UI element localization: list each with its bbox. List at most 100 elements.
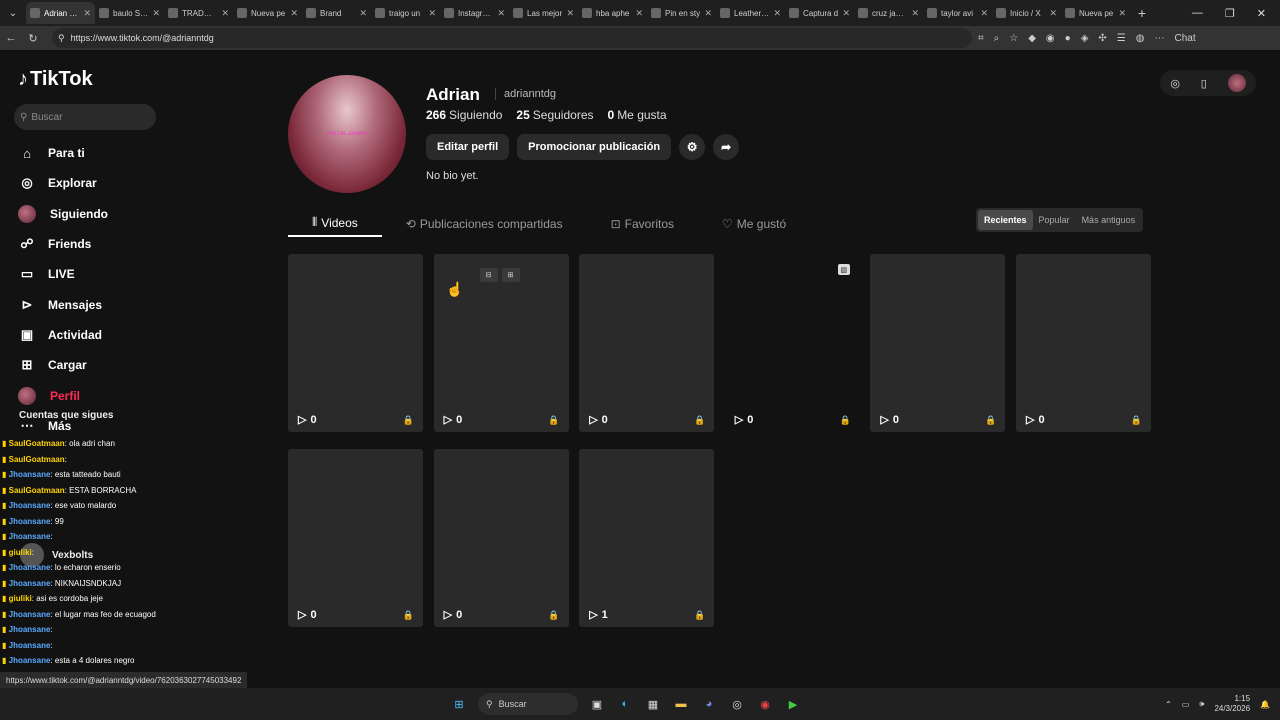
video-card[interactable]: ▷ 0 🔒 — [288, 449, 423, 627]
extension-icon[interactable]: ◉ — [1046, 33, 1055, 44]
clock[interactable]: 1:15 24/3/2026 — [1214, 694, 1250, 714]
share-arrow-icon[interactable]: ➦ — [713, 134, 740, 160]
sidebar-item-mensajes[interactable]: ⊳ Mensajes — [0, 289, 170, 319]
sidebar-item-live[interactable]: ▭ LIVE — [0, 259, 170, 289]
video-card[interactable]: ▷ 0 🔒 — [433, 449, 569, 627]
settings-gear-icon[interactable]: ⚙ — [679, 134, 706, 160]
edge-icon[interactable]: ◐ — [616, 695, 634, 713]
browser-tab[interactable]: Leather Ja ✕ — [716, 2, 785, 24]
tab-close-icon[interactable]: ✕ — [497, 8, 505, 19]
sort-option[interactable]: Recientes — [978, 210, 1033, 230]
sidebar-item-actividad[interactable]: ▣ Actividad — [0, 320, 170, 350]
tab-me-gustó[interactable]: ♡ Me gustó — [698, 210, 810, 237]
browser-tab[interactable]: cruz jacke ✕ — [854, 2, 923, 24]
maximize-icon[interactable]: ❐ — [1225, 7, 1235, 20]
new-tab-button[interactable]: + — [1130, 5, 1154, 21]
tab-close-icon[interactable]: ✕ — [635, 8, 643, 19]
translate-icon[interactable]: ⌗ — [978, 33, 984, 44]
tab-close-icon[interactable]: ✕ — [221, 8, 229, 19]
edit-profile-button[interactable]: Editar perfil — [426, 134, 510, 160]
tab-close-icon[interactable]: ✕ — [290, 8, 298, 19]
tag-icon[interactable]: ⊞ — [501, 268, 520, 282]
task-view-icon[interactable]: ▣ — [588, 695, 606, 713]
browser-tab[interactable]: baulo Stre ✕ — [95, 2, 164, 24]
browser-tab[interactable]: Inicio / X ✕ — [992, 2, 1061, 24]
video-card[interactable]: ▧ ▷ 0 🔒 — [725, 254, 860, 432]
sidebar-item-friends[interactable]: ☍ Friends — [0, 229, 170, 259]
pin-icon[interactable]: ⊟ — [479, 268, 498, 282]
browser-tab[interactable]: Nueva pe ✕ — [233, 2, 302, 24]
windows-start-icon[interactable]: ⊞ — [450, 695, 468, 713]
browser-tab[interactable]: Las mejor ✕ — [509, 2, 578, 24]
discord-icon[interactable]: ◕ — [700, 695, 718, 713]
favorites-icon[interactable]: ☰ — [1117, 33, 1126, 44]
video-card[interactable]: ▷ 1 🔒 — [579, 449, 715, 627]
tab-list-chevron-icon[interactable]: ⌄ — [0, 8, 26, 19]
back-icon[interactable]: ← — [0, 32, 22, 44]
sidebar-item-para-ti[interactable]: ⌂ Para ti — [0, 138, 170, 168]
puzzle-icon[interactable]: ✣ — [1098, 33, 1106, 44]
stat-following[interactable]: 266 Siguiendo — [426, 108, 502, 122]
promote-post-button[interactable]: Promocionar publicación — [517, 134, 672, 160]
browser-tab[interactable]: Brand ✕ — [302, 2, 371, 24]
network-icon[interactable]: ▭ — [1182, 700, 1190, 709]
sidebar-item-cargar[interactable]: ⊞ Cargar — [0, 350, 170, 380]
tab-close-icon[interactable]: ✕ — [1049, 8, 1057, 19]
sort-option[interactable]: Más antiguos — [1076, 210, 1142, 230]
tab-close-icon[interactable]: ✕ — [566, 8, 574, 19]
menu-dots-icon[interactable]: ⋯ — [1155, 33, 1165, 44]
notifications-icon[interactable]: 🔔 — [1260, 700, 1270, 709]
sidebar-item-siguiendo[interactable]: Siguiendo — [0, 199, 170, 229]
zoom-icon[interactable]: ⌕ — [994, 33, 1000, 44]
tab-close-icon[interactable]: ✕ — [842, 8, 850, 19]
browser-tab[interactable]: traigo un ✕ — [371, 2, 440, 24]
tab-close-icon[interactable]: ✕ — [980, 8, 988, 19]
play-app-icon[interactable]: ▶ — [784, 695, 802, 713]
video-card[interactable]: ▷ 0 🔒 — [870, 254, 1006, 432]
extension-icon[interactable]: ◆ — [1028, 33, 1036, 44]
minimize-icon[interactable]: — — [1192, 7, 1203, 20]
browser-tab[interactable]: Pin en sty ✕ — [647, 2, 716, 24]
tab-close-icon[interactable]: ✕ — [1118, 8, 1126, 19]
tab-close-icon[interactable]: ✕ — [704, 8, 712, 19]
tab-close-icon[interactable]: ✕ — [152, 8, 160, 19]
store-icon[interactable]: ▦ — [644, 695, 662, 713]
browser-tab[interactable]: Adrian (@ ✕ — [26, 2, 95, 24]
tiktok-logo[interactable]: ♪ TikTok — [18, 68, 93, 91]
tab-close-icon[interactable]: ✕ — [428, 8, 436, 19]
stat-followers[interactable]: 25 Seguidores — [516, 108, 593, 122]
site-info-icon[interactable]: ⚲ — [58, 33, 65, 44]
url-field[interactable]: ⚲ https://www.tiktok.com/@adrianntdg — [52, 28, 972, 48]
app-icon[interactable]: ◉ — [756, 695, 774, 713]
reload-icon[interactable]: ↻ — [22, 32, 44, 45]
video-card[interactable]: ▷ 0 🔒 — [288, 254, 423, 432]
search-input[interactable]: ⚲ Buscar — [14, 104, 156, 130]
browser-tab[interactable]: Instagram ✕ — [440, 2, 509, 24]
sidebar-item-explorar[interactable]: ◎ Explorar — [0, 168, 170, 198]
sidebar-item-perfil[interactable]: Perfil — [0, 380, 170, 410]
close-window-icon[interactable]: ✕ — [1257, 7, 1266, 20]
browser-tab[interactable]: taylor avi ✕ — [923, 2, 992, 24]
extension-icon[interactable]: ● — [1065, 33, 1071, 44]
tab-videos[interactable]: ⦀ Videos — [288, 210, 382, 237]
tab-publicaciones-compartidas[interactable]: ⟲ Publicaciones compartidas — [382, 210, 587, 237]
sort-option[interactable]: Popular — [1033, 210, 1076, 230]
profile-avatar[interactable]: Rio De Janeiro — [288, 75, 406, 193]
bookmark-star-icon[interactable]: ☆ — [1009, 33, 1018, 44]
extension-icon[interactable]: ◈ — [1081, 33, 1089, 44]
tray-chevron-icon[interactable]: ⌃ — [1165, 700, 1172, 709]
profile-icon[interactable]: ◍ — [1136, 33, 1145, 44]
browser-tab[interactable]: Nueva pe ✕ — [1061, 2, 1130, 24]
volume-icon[interactable]: 🕪 — [1199, 699, 1204, 709]
device-icon[interactable]: ▯ — [1201, 77, 1207, 90]
browser-tab[interactable]: hba aphe ✕ — [578, 2, 647, 24]
steam-icon[interactable]: ◎ — [728, 695, 746, 713]
tab-close-icon[interactable]: ✕ — [359, 8, 367, 19]
taskbar-search[interactable]: ⚲ Buscar — [478, 693, 578, 715]
tab-close-icon[interactable]: ✕ — [83, 8, 91, 19]
video-card[interactable]: ▷ 0 🔒 — [1016, 254, 1151, 432]
video-card[interactable]: ▷ 0 🔒 — [579, 254, 715, 432]
folder-icon[interactable]: ▬ — [672, 695, 690, 713]
tab-close-icon[interactable]: ✕ — [773, 8, 781, 19]
user-avatar[interactable] — [1227, 74, 1246, 92]
